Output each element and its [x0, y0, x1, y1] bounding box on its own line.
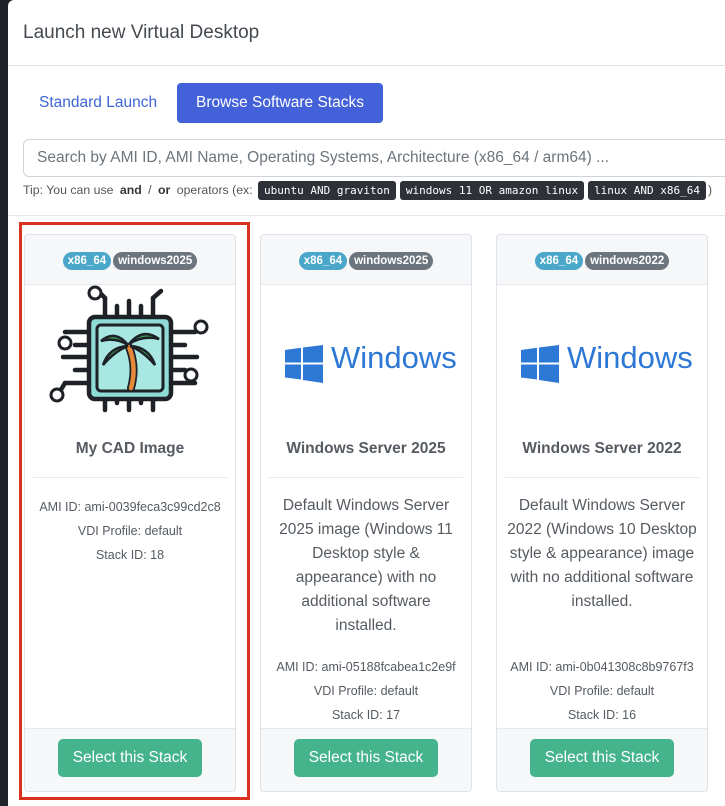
os-badge: windows2022: [585, 252, 670, 270]
card-footer: Select this Stack: [497, 728, 707, 791]
card-divider: [505, 477, 699, 478]
windows-logo-text: Windows: [331, 340, 457, 375]
tab-standard-launch[interactable]: Standard Launch: [23, 83, 173, 123]
tip-suffix: ): [708, 183, 713, 197]
card-badges: x86_64 windows2025: [261, 252, 471, 270]
tab-browse-software-stacks[interactable]: Browse Software Stacks: [177, 83, 383, 123]
card-divider: [33, 477, 227, 478]
card-title: My CAD Image: [75, 440, 185, 457]
stack-card-my-cad-image: x86_64 windows2025 My CAD Image AMI ID: …: [24, 234, 236, 792]
search-tip: Tip: You can use and / or operators (ex:…: [23, 180, 712, 200]
arch-badge: x86_64: [62, 252, 112, 270]
arch-badge: x86_64: [298, 252, 348, 270]
stack-card-windows-server-2025: x86_64 windows2025 Windows Windows Serve…: [260, 234, 472, 792]
stack-id: Stack ID: 16: [567, 708, 637, 722]
tip-example-code: windows 11 OR amazon linux: [399, 180, 585, 200]
stack-card-windows-server-2022: x86_64 windows2022 Windows Windows Serve…: [496, 234, 708, 792]
background-app-strip: [0, 0, 8, 806]
windows-logo-text: Windows: [567, 340, 693, 375]
divider: [8, 215, 725, 216]
card-header: x86_64 windows2025: [25, 235, 235, 285]
vdi-profile: VDI Profile: default: [313, 684, 419, 698]
tip-example-code: ubuntu AND graviton: [258, 180, 396, 200]
card-description: Default Windows Server 2022 (Windows 10 …: [507, 497, 697, 610]
vdi-profile: VDI Profile: default: [77, 524, 183, 538]
card-title: Windows Server 2025: [286, 440, 446, 457]
card-header: x86_64 windows2025: [261, 235, 471, 285]
vdi-profile: VDI Profile: default: [549, 684, 655, 698]
modal-title: Launch new Virtual Desktop: [23, 22, 260, 43]
ami-id: AMI ID: ami-05188fcabea1c2e9f: [276, 660, 456, 674]
os-badge: windows2025: [113, 252, 198, 270]
card-title: Windows Server 2022: [522, 440, 682, 457]
ami-id: AMI ID: ami-0b041308c8b9767f3: [510, 660, 694, 674]
select-stack-button[interactable]: Select this Stack: [530, 739, 674, 777]
card-footer: Select this Stack: [261, 728, 471, 791]
card-description: Default Windows Server 2025 image (Windo…: [279, 497, 453, 634]
arch-badge: x86_64: [534, 252, 584, 270]
modal-header: Launch new Virtual Desktop: [8, 0, 725, 66]
stack-id: Stack ID: 17: [331, 708, 401, 722]
os-badge: windows2025: [349, 252, 434, 270]
palm-chip-icon: [25, 285, 235, 415]
tip-example-code: linux AND x86_64: [588, 180, 707, 200]
tip-or: or: [158, 183, 171, 197]
card-badges: x86_64 windows2025: [25, 252, 235, 270]
tip-and: and: [119, 183, 142, 197]
stack-search-input[interactable]: [23, 139, 725, 177]
launch-desktop-modal: Launch new Virtual Desktop Standard Laun…: [8, 0, 725, 806]
tip-middle: operators (ex:: [173, 183, 257, 197]
windows-logo-icon: Windows: [261, 285, 471, 415]
card-footer: Select this Stack: [25, 728, 235, 791]
tip-sep: /: [144, 183, 156, 197]
card-divider: [269, 477, 463, 478]
windows-flag-icon: [521, 345, 559, 383]
ami-id: AMI ID: ami-0039feca3c99cd2c8: [39, 500, 221, 514]
stack-id: Stack ID: 18: [95, 548, 165, 562]
select-stack-button[interactable]: Select this Stack: [294, 739, 438, 777]
windows-flag-icon: [285, 345, 323, 383]
select-stack-button[interactable]: Select this Stack: [58, 739, 202, 777]
card-badges: x86_64 windows2022: [497, 252, 707, 270]
card-header: x86_64 windows2022: [497, 235, 707, 285]
tip-prefix: Tip: You can use: [23, 183, 117, 197]
windows-logo-icon: Windows: [497, 285, 707, 415]
